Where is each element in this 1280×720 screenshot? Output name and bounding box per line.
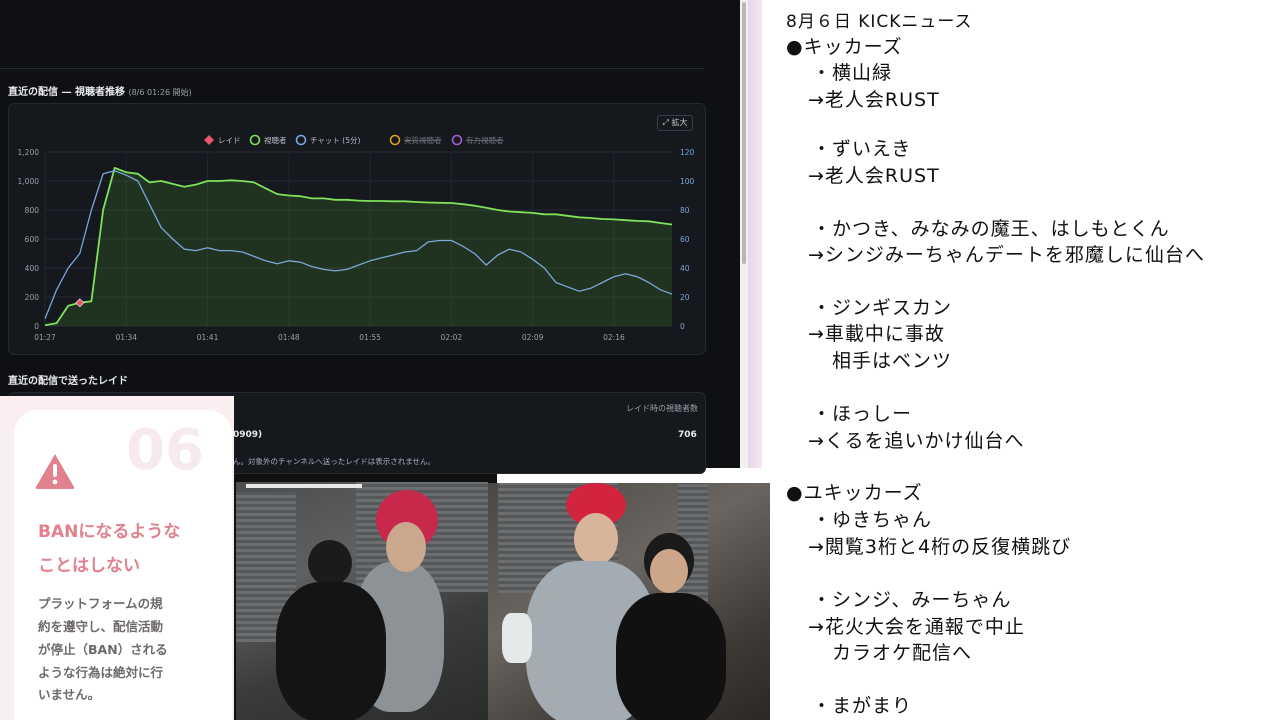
raids-footnote: ん。対象外のチャンネルへ送ったレイドは表示されません。 xyxy=(233,457,436,466)
notes-detail: カラオケ配信へ xyxy=(832,642,973,664)
notes-item: ・横山緑 xyxy=(812,62,893,84)
y-right-tick-label: 0 xyxy=(680,322,685,331)
x-tick-label: 02:16 xyxy=(603,333,625,342)
legend-circle-icon xyxy=(451,134,463,146)
legend-circle-icon xyxy=(249,134,261,146)
legend-label: レイド xyxy=(218,136,241,145)
y-left-tick-label: 400 xyxy=(25,264,40,273)
stream-photo-left xyxy=(236,482,488,720)
rule-body-line: 約を遵守し、配信活動 xyxy=(38,619,164,634)
notes-item: ・かつき、みなみの魔王、はしもとくん xyxy=(812,218,1170,240)
y-right-tick-label: 100 xyxy=(680,177,695,186)
y-left-tick-label: 800 xyxy=(25,206,40,215)
notes-item: ・ジンギスカン xyxy=(812,297,953,319)
raid-row-viewers: 706 xyxy=(678,430,697,440)
x-tick-label: 01:48 xyxy=(278,333,300,342)
rule-heading-line1: BANになるような xyxy=(38,522,181,542)
x-tick-label: 02:09 xyxy=(522,333,544,342)
chart-subtitle: (8/6 01:26 開始) xyxy=(128,88,192,97)
notes-item: ・シンジ、みーちゃん xyxy=(812,589,1012,611)
legend-circle-icon xyxy=(389,134,401,146)
viewers-area xyxy=(45,167,672,326)
legend-label: 視聴者 xyxy=(264,136,287,145)
chart-title-text: 直近の配信 — 視聴者推移 xyxy=(8,87,125,98)
dashboard-divider xyxy=(0,68,704,69)
legend-circle-icon xyxy=(295,134,307,146)
y-left-tick-label: 200 xyxy=(25,293,40,302)
rule-number: 06 xyxy=(126,418,204,483)
notes-detail: →閲覧3桁と4桁の反復横跳び xyxy=(808,536,1072,558)
notes-group-heading: ●キッカーズ xyxy=(786,36,903,58)
notes-date-title: 8月６日 KICKニュース xyxy=(786,12,973,32)
notes-item: ・ゆきちゃん xyxy=(812,509,933,531)
x-tick-label: 01:41 xyxy=(197,333,219,342)
y-right-tick-label: 80 xyxy=(680,206,690,215)
viewer-trend-chart: レイド 視聴者 チャット (5分) 実質視聴者 有力視聴者 02004006008001… xyxy=(18,134,695,342)
legend-label: 実質視聴者 xyxy=(404,135,442,145)
notes-detail: →シンジみーちゃんデートを邪魔しに仙台へ xyxy=(808,244,1205,266)
rule-heading-line2: ことはしない xyxy=(38,556,140,576)
y-right-tick-label: 40 xyxy=(680,264,690,273)
notes-item: ・まがまり xyxy=(812,695,913,717)
notes-detail: →車載中に事故 xyxy=(808,323,945,345)
expand-button[interactable]: ⤢ 拡大 xyxy=(657,115,693,131)
rule-body-line: いません。 xyxy=(38,687,101,702)
notes-group-heading: ●ユキッカーズ xyxy=(786,482,923,504)
chart-legend: レイド 視聴者 チャット (5分) 実質視聴者 有力視聴者 xyxy=(204,134,504,146)
x-tick-label: 01:34 xyxy=(115,333,137,342)
y-left-tick-label: 0 xyxy=(34,322,39,331)
y-right-tick-label: 20 xyxy=(680,293,690,302)
stream-photo-right xyxy=(488,483,770,720)
legend-label: チャット (5分) xyxy=(310,136,361,145)
chart-series xyxy=(44,167,673,327)
rule-body-line: ような行為は絶対に行 xyxy=(38,665,164,680)
scrollbar-thumb[interactable] xyxy=(742,2,746,264)
notes-detail: →老人会RUST xyxy=(808,165,940,187)
y-left-tick-label: 600 xyxy=(25,235,40,244)
warning-icon xyxy=(35,454,75,489)
raids-section-title: 直近の配信で送ったレイド xyxy=(8,376,128,387)
raids-column-header: レイド時の視聴者数 xyxy=(626,404,698,413)
x-tick-label: 01:55 xyxy=(359,333,381,342)
y-right-tick-label: 60 xyxy=(680,235,690,244)
legend-label: 有力視聴者 xyxy=(466,135,504,145)
rule-body-line: プラットフォームの規 xyxy=(38,596,163,611)
notes-detail: 相手はベンツ xyxy=(832,350,953,372)
y-left-tick-label: 1,000 xyxy=(18,177,40,186)
chart-title: 直近の配信 — 視聴者推移 (8/6 01:26 開始) xyxy=(8,83,192,98)
y-right-tick-label: 120 xyxy=(680,148,695,157)
rule-body-line: が停止（BAN）される xyxy=(38,642,168,657)
background-strip xyxy=(748,0,762,468)
legend-raid-icon xyxy=(204,135,214,145)
notes-detail: →くるを追いかけ仙台へ xyxy=(808,430,1025,452)
x-tick-label: 01:27 xyxy=(34,333,56,342)
notes-item: ・ほっしー xyxy=(812,403,913,425)
y-left-tick-label: 1,200 xyxy=(18,148,40,157)
x-tick-label: 02:02 xyxy=(441,333,463,342)
notes-item: ・ずいえき xyxy=(812,138,912,160)
notes-detail: →老人会RUST xyxy=(808,89,940,111)
notes-detail: →花火大会を通報で中止 xyxy=(808,616,1025,638)
raid-row-channel[interactable]: 0909) xyxy=(233,430,262,440)
